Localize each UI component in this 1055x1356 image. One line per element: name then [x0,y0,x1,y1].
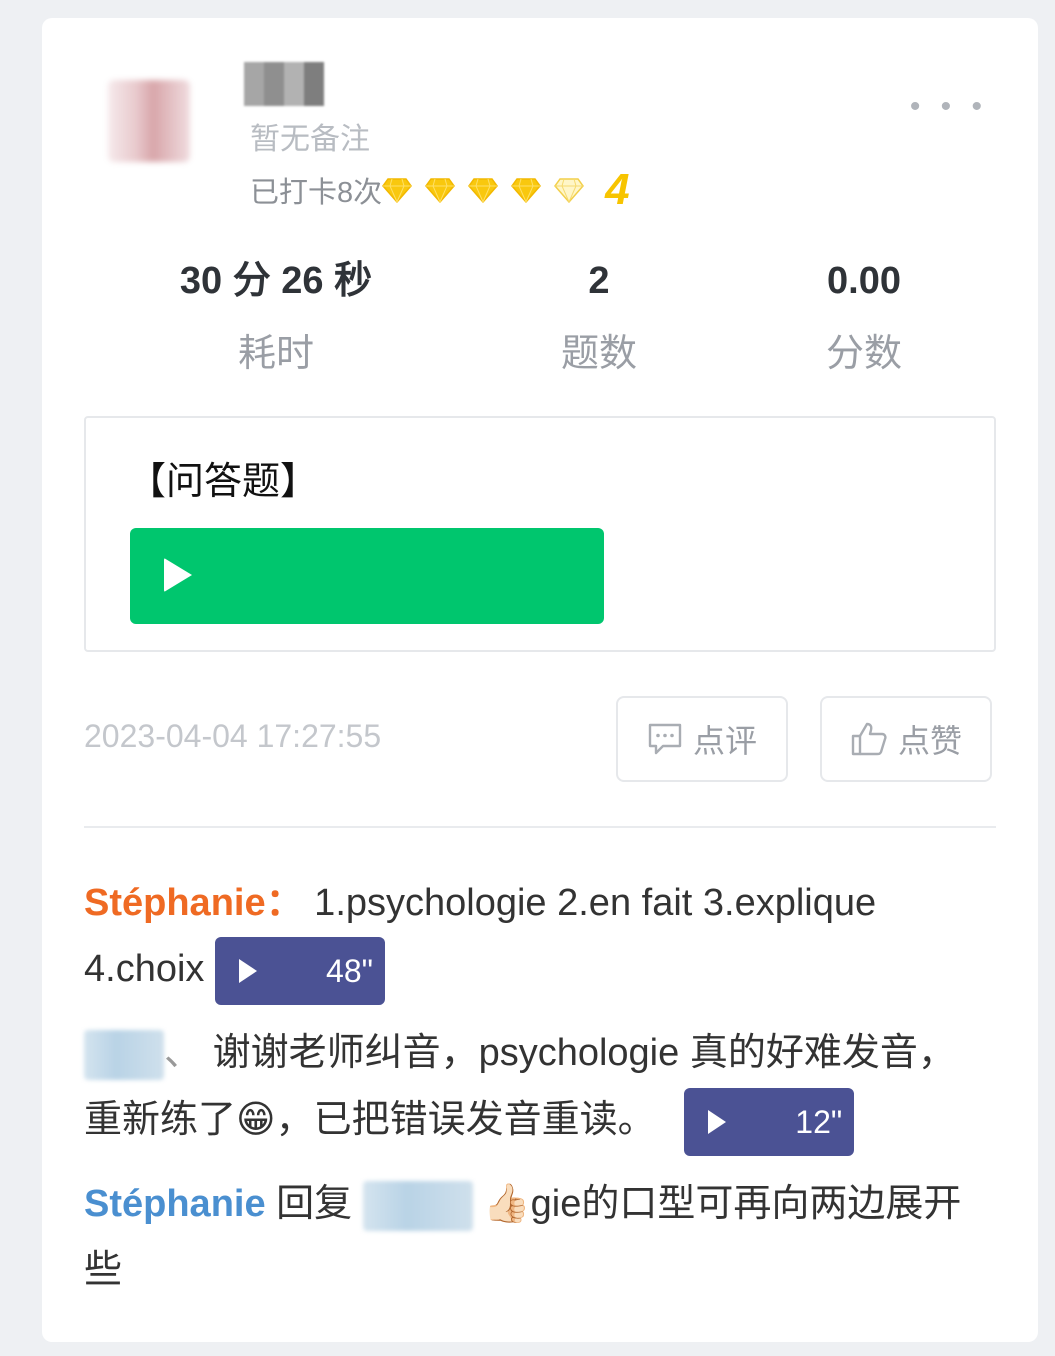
question-type-title: 【问答题】 [128,461,319,503]
reply-author[interactable]: Stéphanie [84,1183,266,1225]
divider [84,826,996,828]
stat-score: 0.00 分数 [734,254,994,377]
checkin-count: 已打卡8次 [250,177,383,209]
diamond-filled-icon [468,178,499,203]
stat-value: 30 分 26 秒 [179,260,373,302]
stat-question-count: 2 题数 [469,254,729,377]
comment-author[interactable]: Stéphanie [84,882,266,924]
thumbs-up-icon [851,722,887,756]
reply-target-name-blurred[interactable] [362,1180,473,1231]
username-blurred[interactable] [244,62,324,106]
voice-duration: 12" [795,1103,843,1140]
comment-item: 、 谢谢老师纠音，psychologie 真的好难发音，重新练了😁，已把错误发音… [84,1020,984,1156]
voice-message[interactable]: 48" [214,936,385,1005]
diamond-filled-icon [382,178,413,203]
post-card: 暂无备注 已打卡8次 4 • • • 30 分 26 秒 耗时 2 题数 0.0… [42,18,1038,1342]
like-button-label: 点赞 [897,723,962,759]
comment-item: Stéphanie： 1.psychologie 2.en fait 3.exp… [84,870,984,1005]
stat-duration: 30 分 26 秒 耗时 [146,254,406,377]
comment-button-label: 点评 [692,723,757,759]
like-button[interactable]: 点赞 [820,696,992,782]
grin-emoji-icon: 😁 [236,1097,276,1141]
stat-value: 0.00 [827,260,901,302]
comment-item: Stéphanie 回复 👍🏻gie的口型可再向两边展开些 [84,1170,984,1303]
stat-value: 2 [588,260,610,302]
user-remark: 暂无备注 [250,123,370,156]
diamond-filled-icon [425,178,456,203]
comment-icon [648,723,682,755]
comment-separator: 、 [164,1032,203,1074]
voice-duration: 48" [326,952,373,989]
checkin-row: 已打卡8次 4 [250,165,630,214]
answer-audio-player[interactable] [130,528,604,624]
avatar[interactable] [108,80,190,162]
play-icon [708,1109,727,1134]
more-options-icon[interactable]: • • • [910,90,988,124]
comment-button[interactable]: 点评 [616,696,788,782]
comment-text-continued: ，已把错误发音重读。 [275,1099,656,1141]
stat-label: 题数 [560,333,637,375]
diamond-filled-icon [511,178,542,203]
voice-message[interactable]: 12" [684,1087,855,1156]
diamond-rating [382,177,597,203]
commenter-name-blurred[interactable] [84,1029,164,1080]
play-icon[interactable] [164,558,192,592]
stat-label: 分数 [825,333,902,375]
thumbs-up-emoji-icon: 👍🏻 [483,1181,531,1225]
post-timestamp: 2023-04-04 17:27:55 [84,718,382,754]
reply-word: 回复 [265,1183,353,1225]
play-icon [238,958,257,983]
comment-separator: ： [265,882,304,924]
question-box: 【问答题】 [84,416,996,652]
diamond-empty-icon [554,178,585,203]
level-number: 4 [605,165,630,214]
stat-label: 耗时 [237,333,314,375]
